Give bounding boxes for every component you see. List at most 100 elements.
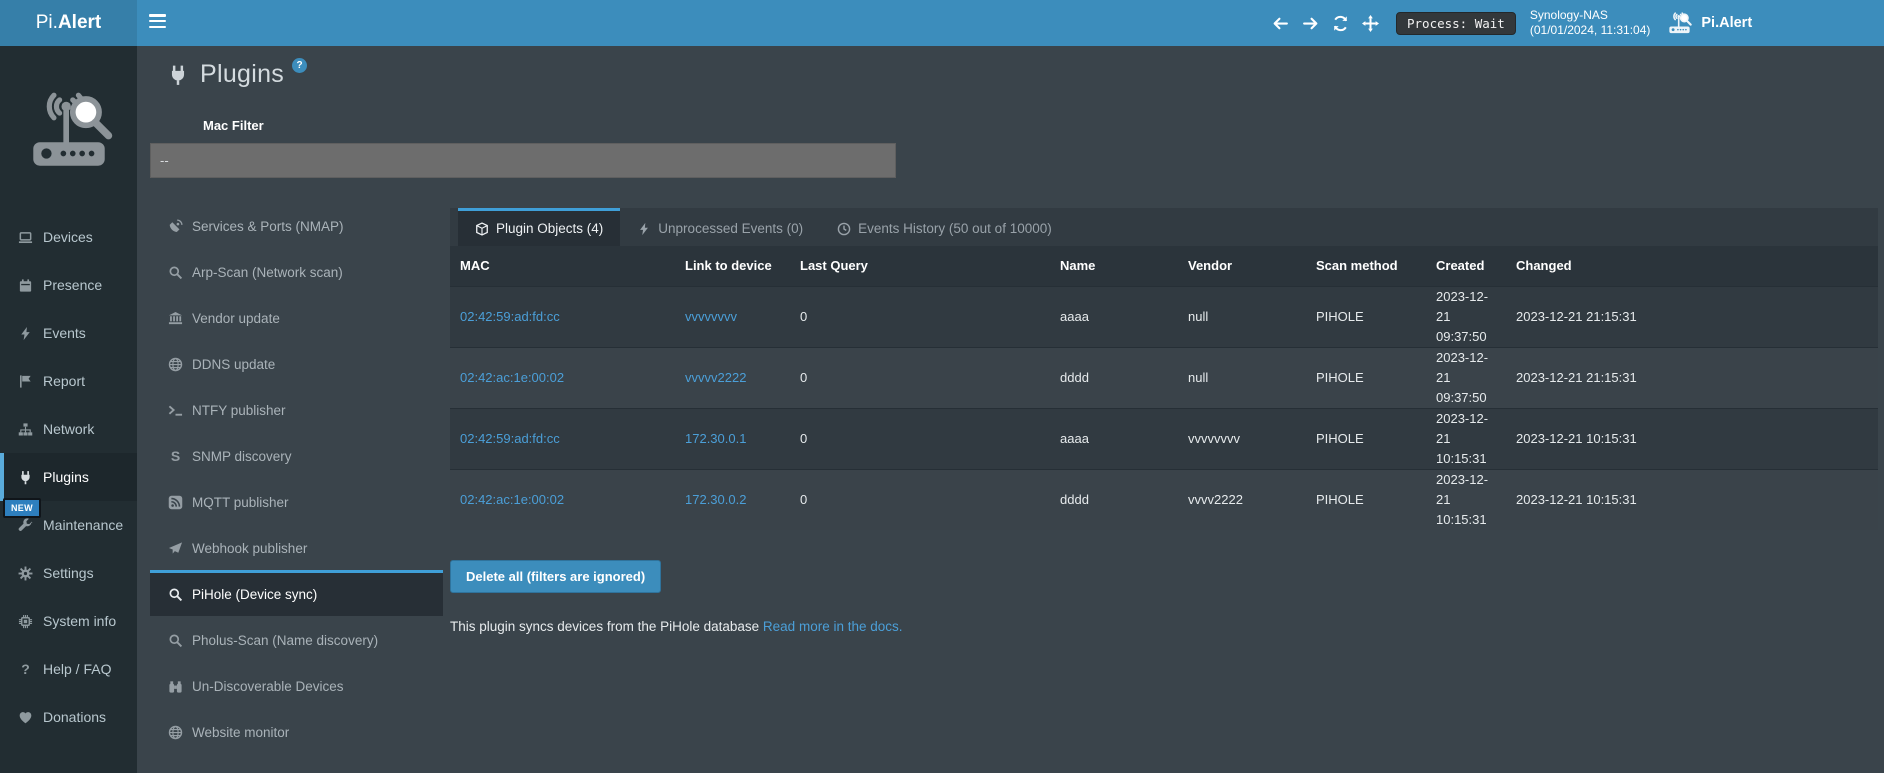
mac-link[interactable]: 02:42:59:ad:fd:cc: [460, 309, 560, 324]
cube-icon: [475, 222, 489, 236]
device-link[interactable]: vvvvv2222: [685, 370, 746, 385]
wrench-icon: [18, 518, 33, 533]
plugin-item-services-ports[interactable]: Services & Ports (NMAP): [150, 202, 443, 248]
pialert-router-logo: [0, 46, 137, 213]
sidebar-item-devices[interactable]: Devices: [0, 213, 137, 261]
tab-label: Events History (50 out of 10000): [858, 221, 1052, 236]
name-cell: aaaa: [1050, 286, 1178, 347]
terminal-icon: [168, 403, 183, 418]
plugin-item-vendor-update[interactable]: Vendor update: [150, 294, 443, 340]
plugin-item-arp-scan[interactable]: Arp-Scan (Network scan): [150, 248, 443, 294]
last-query-cell: 0: [790, 347, 1050, 408]
move-icon[interactable]: [1362, 15, 1379, 32]
rss-icon: [168, 495, 183, 510]
sidebar-item-label: Devices: [43, 229, 93, 245]
plugin-item-label: Website monitor: [192, 725, 289, 740]
vendor-cell: null: [1178, 286, 1306, 347]
question-icon: ?: [18, 662, 33, 677]
refresh-icon[interactable]: [1332, 15, 1349, 32]
plugin-item-webhook-publisher[interactable]: Webhook publisher: [150, 524, 443, 570]
topbar-app-name: Pi.Alert: [1701, 15, 1752, 31]
mac-filter-label: Mac Filter: [203, 118, 264, 133]
mac-link[interactable]: 02:42:59:ad:fd:cc: [460, 431, 560, 446]
sidebar-item-settings[interactable]: Settings: [0, 549, 137, 597]
last-query-cell: 0: [790, 408, 1050, 469]
mac-link[interactable]: 02:42:ac:1e:00:02: [460, 370, 564, 385]
tab-unprocessed-events[interactable]: Unprocessed Events (0): [620, 208, 820, 246]
brand-logo[interactable]: Pi.Alert: [0, 0, 137, 46]
sidebar-item-label: Plugins: [43, 469, 89, 485]
sidebar-item-report[interactable]: Report: [0, 357, 137, 405]
col-header-scan-method: Scan method: [1306, 246, 1426, 286]
scan-method-cell: PIHOLE: [1306, 347, 1426, 408]
help-badge[interactable]: ?: [292, 58, 307, 73]
plug-icon: [167, 64, 189, 86]
plugin-objects-table: MAC Link to device Last Query Name Vendo…: [450, 246, 1878, 530]
plugin-description-text: This plugin syncs devices from the PiHol…: [450, 619, 759, 634]
plugin-item-website-monitor[interactable]: Website monitor: [150, 708, 443, 754]
brand-bold: Alert: [58, 12, 101, 34]
changed-cell: 2023-12-21 10:15:31: [1506, 469, 1878, 530]
sidebar-item-label: Settings: [43, 565, 94, 581]
plugin-item-mqtt-publisher[interactable]: MQTT publisher: [150, 478, 443, 524]
changed-cell: 2023-12-21 21:15:31: [1506, 347, 1878, 408]
table-row: 02:42:59:ad:fd:cc 172.30.0.1 0 aaaa vvvv…: [450, 408, 1878, 469]
sidebar-item-label: Events: [43, 325, 86, 341]
sitemap-icon: [18, 422, 33, 437]
plugin-item-undiscoverable-devices[interactable]: Un-Discoverable Devices: [150, 662, 443, 708]
arrow-left-icon[interactable]: [1272, 15, 1289, 32]
sidebar-item-donations[interactable]: Donations: [0, 693, 137, 741]
read-docs-link[interactable]: Read more in the docs.: [763, 619, 903, 634]
device-link[interactable]: 172.30.0.1: [685, 431, 746, 446]
mac-link[interactable]: 02:42:ac:1e:00:02: [460, 492, 564, 507]
search-icon: [168, 587, 183, 602]
plugin-item-ntfy-publisher[interactable]: NTFY publisher: [150, 386, 443, 432]
sidebar: Devices Presence Events Report Network P…: [0, 46, 137, 773]
created-cell: 2023-12-21 09:37:50: [1426, 347, 1506, 408]
arrow-right-icon[interactable]: [1302, 15, 1319, 32]
scan-method-cell: PIHOLE: [1306, 408, 1426, 469]
plugin-item-ddns-update[interactable]: DDNS update: [150, 340, 443, 386]
router-logo-icon: [1666, 11, 1693, 35]
device-link[interactable]: 172.30.0.2: [685, 492, 746, 507]
laptop-icon: [18, 230, 33, 245]
sidebar-item-label: Report: [43, 373, 85, 389]
plugin-item-label: Webhook publisher: [192, 541, 307, 556]
sidebar-item-network[interactable]: Network: [0, 405, 137, 453]
topbar-right-group: Process: Wait Synology-NAS (01/01/2024, …: [1272, 0, 1752, 46]
globe-icon: [168, 725, 183, 740]
plugin-item-pihole-device-sync[interactable]: PiHole (Device sync): [150, 570, 443, 616]
vendor-cell: null: [1178, 347, 1306, 408]
bolt-icon: [18, 326, 33, 341]
changed-cell: 2023-12-21 10:15:31: [1506, 408, 1878, 469]
tab-plugin-objects[interactable]: Plugin Objects (4): [458, 208, 620, 246]
last-query-cell: 0: [790, 286, 1050, 347]
col-header-name: Name: [1050, 246, 1178, 286]
created-cell: 2023-12-21 09:37:50: [1426, 286, 1506, 347]
s-icon: S: [168, 449, 183, 464]
delete-all-button[interactable]: Delete all (filters are ignored): [450, 560, 661, 593]
plugin-description: This plugin syncs devices from the PiHol…: [450, 619, 1878, 634]
host-time: (01/01/2024, 11:31:04): [1530, 23, 1651, 37]
plugin-item-snmp-discovery[interactable]: S SNMP discovery: [150, 432, 443, 478]
sidebar-item-presence[interactable]: Presence: [0, 261, 137, 309]
sidebar-item-label: Presence: [43, 277, 102, 293]
sidebar-item-system-info[interactable]: System info: [0, 597, 137, 645]
last-query-cell: 0: [790, 469, 1050, 530]
satellite-dish-icon: [168, 219, 183, 234]
tab-events-history[interactable]: Events History (50 out of 10000): [820, 208, 1069, 246]
sidebar-toggle-icon[interactable]: [149, 14, 169, 32]
plugin-item-label: Arp-Scan (Network scan): [192, 265, 343, 280]
vendor-cell: vvvv2222: [1178, 469, 1306, 530]
device-link[interactable]: vvvvvvvv: [685, 309, 737, 324]
plugin-item-pholus-scan[interactable]: Pholus-Scan (Name discovery): [150, 616, 443, 662]
page-header: Plugins ?: [167, 60, 307, 89]
sidebar-item-events[interactable]: Events: [0, 309, 137, 357]
created-cell: 2023-12-21 10:15:31: [1426, 408, 1506, 469]
globe-icon: [168, 357, 183, 372]
tab-label: Plugin Objects (4): [496, 221, 603, 236]
sidebar-item-help-faq[interactable]: ? Help / FAQ: [0, 645, 137, 693]
mac-filter-input[interactable]: [150, 143, 896, 178]
sidebar-item-plugins[interactable]: Plugins: [0, 453, 137, 501]
clock-icon: [837, 222, 851, 236]
